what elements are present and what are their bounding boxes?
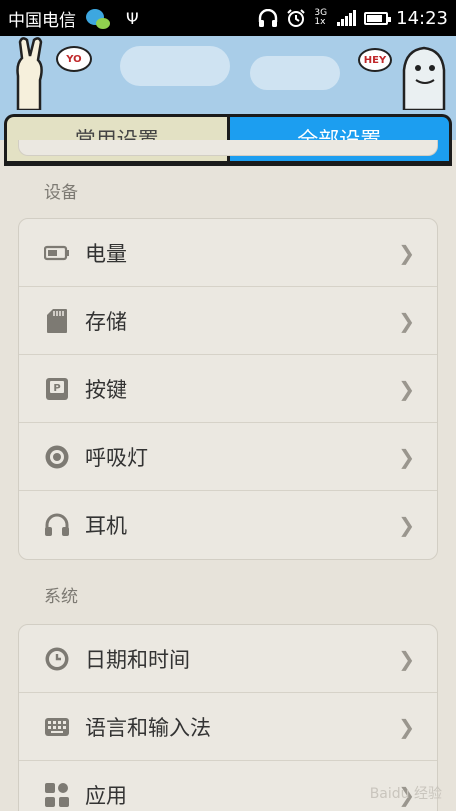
status-time: 14:23 (396, 7, 448, 29)
settings-item-label: 应用 (85, 784, 127, 808)
svg-text:P: P (53, 383, 60, 394)
qq-icon (82, 7, 110, 29)
settings-item-label: 语言和输入法 (85, 715, 211, 740)
section-title-system: 系统 (44, 587, 78, 607)
settings-item-language-input[interactable]: 语言和输入法 ❯ (19, 693, 437, 761)
mascot-right-speech: HEY (358, 48, 392, 72)
signal-icon (337, 10, 357, 26)
headphones-icon (258, 9, 278, 27)
chevron-right-icon: ❯ (398, 308, 415, 333)
sd-card-icon (43, 307, 71, 335)
battery-icon (364, 11, 392, 25)
usb-icon: Ψ (126, 8, 139, 28)
chevron-right-icon: ❯ (398, 714, 415, 739)
settings-item-label: 电量 (85, 241, 127, 266)
header: YO HEY 常用设置 全部设置 (0, 36, 456, 166)
mascot-right: HEY (358, 40, 448, 114)
mascot-left-speech: YO (56, 46, 92, 72)
status-bar: 中国电信 Ψ 3G 1x 14:23 (0, 0, 456, 36)
chevron-right-icon: ❯ (398, 376, 415, 401)
section-title-device: 设备 (44, 183, 78, 203)
previous-card-edge (18, 140, 438, 156)
breathing-light-icon (43, 443, 71, 471)
network-type: 3G 1x (314, 8, 328, 27)
settings-item-keys[interactable]: P 按键 ❯ (19, 355, 437, 423)
settings-item-label: 按键 (85, 377, 127, 402)
battery-icon (43, 239, 71, 267)
settings-item-label: 存储 (85, 309, 127, 334)
settings-list[interactable]: 设备 电量 ❯ 存储 ❯ P 按键 ❯ 呼吸灯 ❯ 耳机 ❯ 系统 日期和时间 … (0, 140, 456, 811)
settings-item-label: 日期和时间 (85, 647, 190, 672)
chevron-right-icon: ❯ (398, 240, 415, 265)
settings-item-headphones[interactable]: 耳机 ❯ (19, 491, 437, 559)
clock-icon (43, 645, 71, 673)
chevron-right-icon: ❯ (398, 444, 415, 469)
mascot-left: YO (10, 36, 92, 114)
settings-item-battery[interactable]: 电量 ❯ (19, 219, 437, 287)
device-card: 电量 ❯ 存储 ❯ P 按键 ❯ 呼吸灯 ❯ 耳机 ❯ (18, 218, 438, 560)
headphones-icon (43, 511, 71, 539)
key-icon: P (43, 375, 71, 403)
keyboard-icon (43, 713, 71, 741)
settings-item-label: 耳机 (85, 514, 127, 538)
chevron-right-icon: ❯ (398, 513, 415, 537)
settings-item-storage[interactable]: 存储 ❯ (19, 287, 437, 355)
apps-icon (43, 781, 71, 809)
chevron-right-icon: ❯ (398, 646, 415, 671)
carrier-name: 中国电信 (8, 10, 76, 31)
alarm-icon (286, 8, 306, 28)
settings-item-date-time[interactable]: 日期和时间 ❯ (19, 625, 437, 693)
settings-item-label: 呼吸灯 (85, 445, 148, 470)
settings-item-breathing-light[interactable]: 呼吸灯 ❯ (19, 423, 437, 491)
watermark: Baidu 经验 (369, 786, 442, 802)
